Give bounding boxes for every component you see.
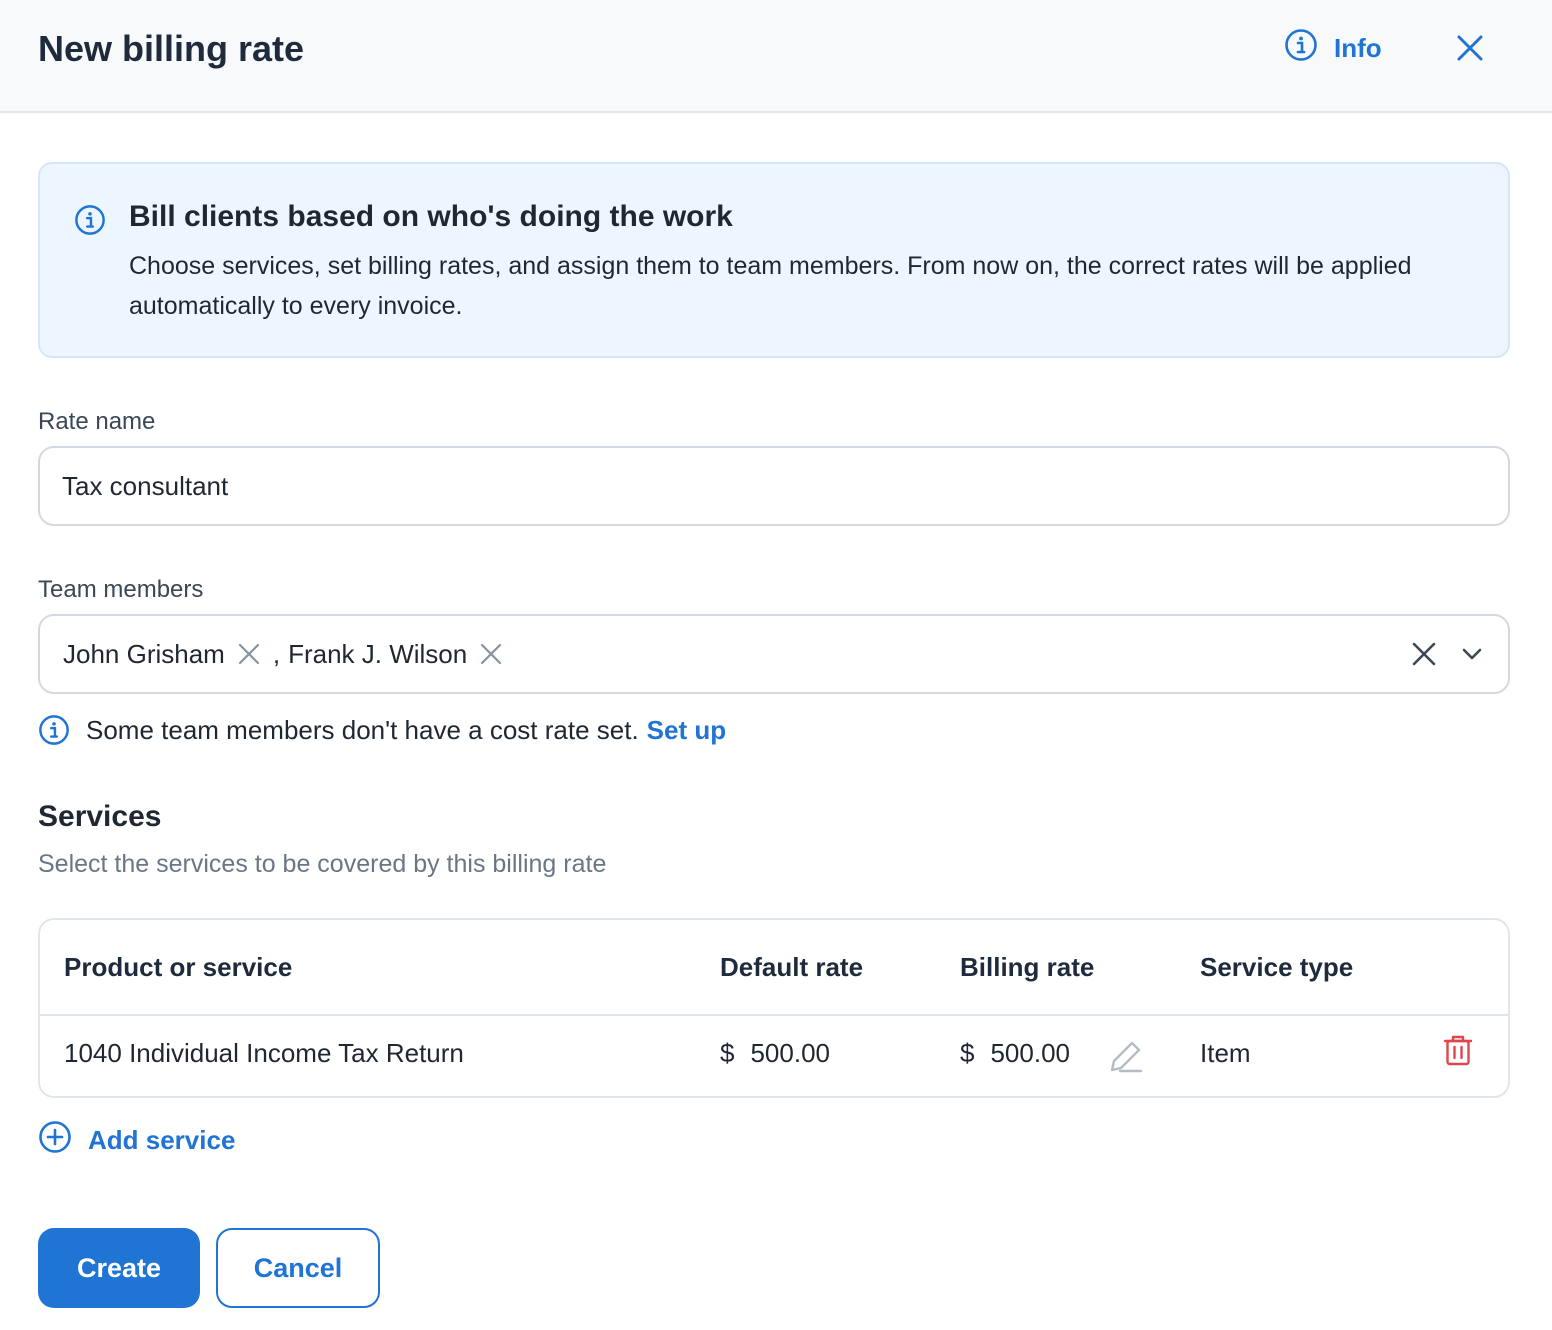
info-button[interactable]: Info (1284, 28, 1382, 69)
services-subtitle: Select the services to be covered by thi… (38, 850, 607, 878)
team-members-select[interactable]: John Grisham , Frank J. Wilson (38, 614, 1510, 694)
column-header-service-type: Service type (1200, 952, 1354, 982)
services-table: Product or service Default rate Billing … (38, 918, 1510, 1098)
plus-circle-icon (38, 1120, 72, 1161)
create-button[interactable]: Create (38, 1228, 200, 1308)
cost-rate-notice: Some team members don't have a cost rate… (38, 710, 726, 750)
billing-rate-cell[interactable]: $ 500.00 (960, 1038, 1070, 1069)
selected-members: John Grisham , Frank J. Wilson (63, 616, 505, 692)
default-rate-cell: $ 500.00 (720, 1038, 830, 1069)
currency-symbol: $ (720, 1038, 735, 1068)
modal-header: New billing rate Info (0, 0, 1552, 113)
trash-icon[interactable] (1438, 1030, 1478, 1070)
service-type-value: Item (1200, 1038, 1251, 1068)
info-label: Info (1334, 32, 1382, 63)
info-icon (74, 204, 106, 241)
service-name: 1040 Individual Income Tax Return (64, 1038, 464, 1068)
remove-member-icon[interactable] (235, 640, 263, 668)
close-icon[interactable] (1452, 30, 1488, 66)
table-row: 1040 Individual Income Tax Return $ 500.… (40, 1016, 1508, 1098)
info-icon (1284, 28, 1318, 69)
pencil-icon[interactable] (1106, 1036, 1146, 1076)
rate-name-input[interactable] (38, 446, 1510, 526)
billing-rate-value: 500.00 (990, 1038, 1070, 1068)
clear-selection-icon[interactable] (1408, 638, 1440, 670)
default-rate-value: 500.00 (750, 1038, 830, 1068)
team-members-label: Team members (38, 576, 204, 603)
rate-name-label: Rate name (38, 408, 156, 435)
add-service-button[interactable]: Add service (38, 1120, 235, 1160)
notice-text: Some team members don't have a cost rate… (86, 714, 639, 745)
member-chip: Frank J. Wilson (288, 639, 505, 670)
member-separator: , (272, 638, 281, 669)
set-up-link[interactable]: Set up (647, 715, 726, 746)
column-header-billing-rate: Billing rate (960, 952, 1095, 982)
info-icon (38, 714, 70, 746)
table-header: Product or service Default rate Billing … (40, 920, 1508, 1016)
member-chip: John Grisham (63, 639, 263, 670)
info-banner: Bill clients based on who's doing the wo… (38, 162, 1510, 358)
column-header-default-rate: Default rate (720, 952, 864, 982)
currency-symbol: $ (960, 1038, 975, 1068)
banner-text: Choose services, set billing rates, and … (129, 252, 1412, 320)
services-title: Services (38, 800, 162, 833)
column-header-product: Product or service (64, 952, 293, 982)
page-title: New billing rate (38, 28, 305, 69)
add-service-label: Add service (88, 1124, 236, 1155)
cancel-button[interactable]: Cancel (216, 1228, 380, 1308)
member-chip-label: John Grisham (63, 638, 225, 669)
member-chip-label: Frank J. Wilson (288, 638, 468, 669)
chevron-down-icon[interactable] (1458, 640, 1486, 668)
banner-title: Bill clients based on who's doing the wo… (129, 200, 733, 233)
remove-member-icon[interactable] (477, 640, 505, 668)
